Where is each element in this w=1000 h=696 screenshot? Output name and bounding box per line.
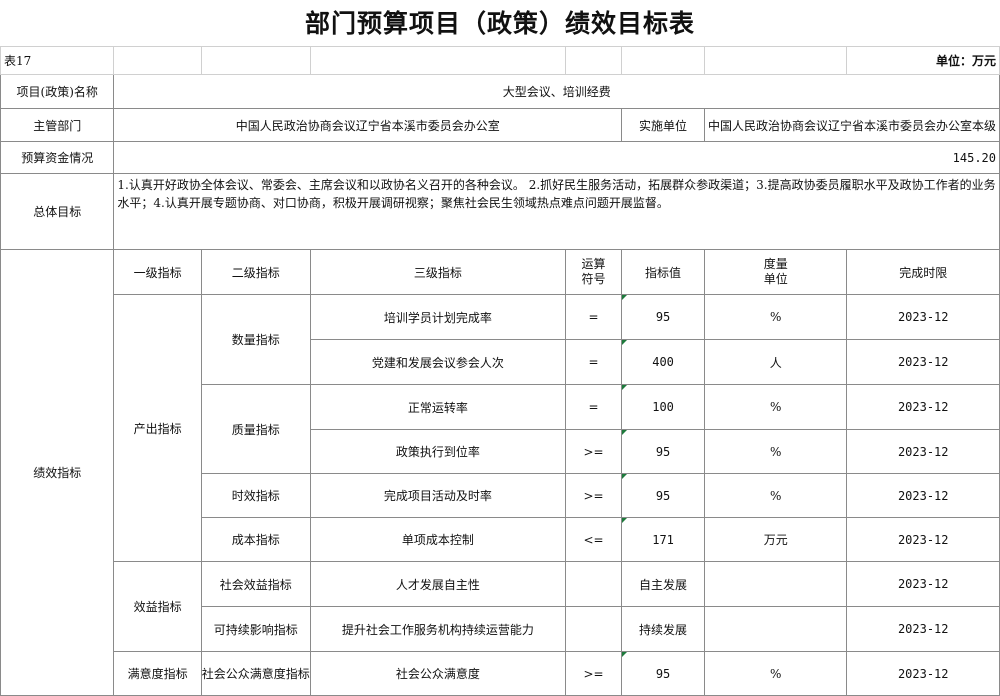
table-row: 产出指标 数量指标 培训学员计划完成率 = 95 % 2023-12: [1, 294, 1000, 562]
overall-goal-label: 总体目标: [0, 173, 115, 250]
indicator-deadline[interactable]: 2023-12: [846, 651, 1000, 696]
indicator-unit[interactable]: %: [703, 473, 848, 518]
indicator-name[interactable]: 党建和发展会议参会人次: [309, 339, 566, 385]
indicator-operator[interactable]: [564, 561, 623, 607]
meta-empty-cell[interactable]: [200, 46, 311, 75]
meta-empty-cell[interactable]: [564, 46, 623, 75]
group-public-satisfaction: 社会公众满意度指标: [200, 651, 311, 696]
meta-empty-cell[interactable]: [309, 46, 566, 75]
meta-empty-cell[interactable]: [621, 46, 705, 75]
indicator-name[interactable]: 人才发展自主性: [309, 561, 566, 607]
indicator-value[interactable]: 171: [621, 517, 705, 562]
header-unit: 度量 单位: [703, 249, 848, 295]
header-unit-line2: 单位: [763, 272, 788, 286]
indicator-name[interactable]: 提升社会工作服务机构持续运营能力: [309, 606, 566, 652]
indicator-operator[interactable]: =: [564, 384, 623, 430]
indicator-value[interactable]: 95: [621, 473, 705, 518]
project-name-label: 项目(政策)名称: [0, 74, 115, 109]
header-level1: 一级指标: [113, 249, 202, 295]
department-value[interactable]: 中国人民政治协商会议辽宁省本溪市委员会办公室: [113, 108, 623, 142]
indicator-operator[interactable]: =: [564, 339, 623, 385]
indicator-operator[interactable]: [564, 606, 623, 652]
indicator-unit[interactable]: [703, 606, 848, 652]
group-social-benefit: 社会效益指标: [200, 561, 311, 607]
indicator-deadline[interactable]: 2023-12: [846, 606, 1000, 652]
indicator-unit[interactable]: [703, 561, 848, 607]
indicator-name[interactable]: 社会公众满意度: [309, 651, 566, 696]
indicator-unit[interactable]: %: [703, 384, 848, 430]
group-benefit: 效益指标: [113, 561, 202, 652]
indicator-deadline[interactable]: 2023-12: [846, 294, 1000, 340]
group-output: 产出指标: [113, 294, 202, 562]
meta-empty-cell[interactable]: [703, 46, 848, 75]
group-cost: 成本指标: [200, 517, 311, 562]
indicator-deadline[interactable]: 2023-12: [846, 429, 1000, 474]
table-number: 表17: [0, 46, 115, 75]
indicator-value[interactable]: 自主发展: [621, 561, 705, 607]
meta-empty-cell[interactable]: [113, 46, 202, 75]
header-operator-line2: 符号: [581, 272, 606, 286]
indicator-unit[interactable]: 人: [703, 339, 848, 385]
group-quantity: 数量指标: [200, 294, 311, 385]
table-row: 效益指标 社会效益指标 人才发展自主性 自主发展 2023-12: [1, 561, 1000, 652]
indicator-value[interactable]: 400: [621, 339, 705, 385]
indicator-operator[interactable]: >=: [564, 429, 623, 474]
group-sustainable: 可持续影响指标: [200, 606, 311, 652]
indicator-name[interactable]: 单项成本控制: [309, 517, 566, 562]
department-label: 主管部门: [0, 108, 115, 142]
implementing-unit-label: 实施单位: [621, 108, 705, 142]
performance-target-table: 表17 单位：万元 项目(政策)名称 大型会议、培训经费 主管部门 中国人民政治…: [0, 46, 1000, 696]
indicator-value[interactable]: 100: [621, 384, 705, 430]
header-operator-line1: 运算: [581, 257, 606, 271]
indicator-deadline[interactable]: 2023-12: [846, 473, 1000, 518]
indicator-operator[interactable]: =: [564, 294, 623, 340]
indicator-deadline[interactable]: 2023-12: [846, 339, 1000, 385]
indicator-name[interactable]: 完成项目活动及时率: [309, 473, 566, 518]
implementing-unit-value[interactable]: 中国人民政治协商会议辽宁省本溪市委员会办公室本级: [703, 108, 1000, 142]
table-row: 满意度指标 社会公众满意度指标 社会公众满意度 >= 95 % 2023-12: [1, 651, 1000, 696]
header-level3: 三级指标: [309, 249, 566, 295]
overall-goal-value[interactable]: 1.认真开好政协全体会议、常委会、主席会议和以政协名义召开的各种会议。 2.抓好…: [113, 173, 1000, 250]
indicator-operator[interactable]: >=: [564, 651, 623, 696]
header-operator: 运算 符号: [564, 249, 623, 295]
indicator-name[interactable]: 培训学员计划完成率: [309, 294, 566, 340]
indicator-operator[interactable]: <=: [564, 517, 623, 562]
page-title: 部门预算项目（政策）绩效目标表: [304, 9, 695, 38]
indicator-value[interactable]: 持续发展: [621, 606, 705, 652]
indicator-deadline[interactable]: 2023-12: [846, 517, 1000, 562]
group-quality: 质量指标: [200, 384, 311, 474]
header-value: 指标值: [621, 249, 705, 295]
group-timeliness: 时效指标: [200, 473, 311, 518]
indicator-unit[interactable]: 万元: [703, 517, 848, 562]
indicator-deadline[interactable]: 2023-12: [846, 384, 1000, 430]
indicator-operator[interactable]: >=: [564, 473, 623, 518]
indicator-name[interactable]: 政策执行到位率: [309, 429, 566, 474]
indicator-name[interactable]: 正常运转率: [309, 384, 566, 430]
indicator-value[interactable]: 95: [621, 651, 705, 696]
indicator-unit[interactable]: %: [703, 651, 848, 696]
header-deadline: 完成时限: [846, 249, 1000, 295]
indicator-unit[interactable]: %: [703, 294, 848, 340]
indicator-unit[interactable]: %: [703, 429, 848, 474]
budget-label: 预算资金情况: [0, 141, 115, 174]
indicator-value[interactable]: 95: [621, 429, 705, 474]
performance-indicators-label: 绩效指标: [0, 249, 115, 696]
indicator-value[interactable]: 95: [621, 294, 705, 340]
header-unit-line1: 度量: [763, 257, 788, 271]
indicator-deadline[interactable]: 2023-12: [846, 561, 1000, 607]
unit-label: 单位：万元: [846, 46, 1000, 75]
group-satisfaction: 满意度指标: [113, 651, 202, 696]
header-level2: 二级指标: [200, 249, 311, 295]
project-name-value[interactable]: 大型会议、培训经费: [113, 74, 1000, 109]
budget-value[interactable]: 145.20: [113, 141, 1000, 174]
